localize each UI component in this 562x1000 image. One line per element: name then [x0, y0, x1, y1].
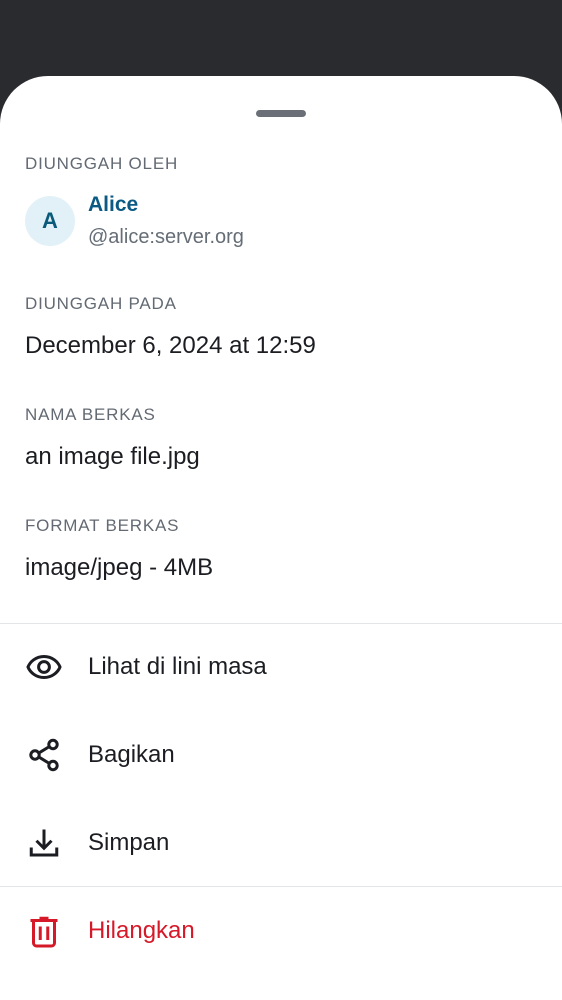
view-in-timeline-label: Lihat di lini masa — [88, 653, 267, 680]
drag-handle[interactable] — [256, 110, 306, 117]
divider — [0, 886, 562, 887]
remove-label: Hilangkan — [88, 917, 195, 944]
uploaded-on-value: December 6, 2024 at 12:59 — [25, 332, 316, 359]
uploader-name: Alice — [88, 193, 139, 216]
uploaded-on-label: DIUNGGAH PADA — [25, 294, 177, 313]
file-format-label: FORMAT BERKAS — [25, 516, 180, 535]
eye-icon — [25, 648, 63, 686]
file-name-label: NAMA BERKAS — [25, 405, 156, 424]
file-format-value: image/jpeg - 4MB — [25, 554, 214, 581]
download-icon — [25, 824, 63, 862]
scrim-background[interactable] — [0, 0, 562, 76]
uploaded-by-label: DIUNGGAH OLEH — [25, 154, 179, 173]
trash-icon — [25, 912, 63, 950]
media-details-bottom-sheet: DIUNGGAH OLEH A Alice @alice:server.org … — [0, 76, 562, 1000]
view-in-timeline-button[interactable]: Lihat di lini masa — [0, 624, 562, 710]
remove-button[interactable]: Hilangkan — [0, 888, 562, 974]
uploader-user-id: @alice:server.org — [88, 226, 244, 248]
file-name-value: an image file.jpg — [25, 443, 200, 470]
share-label: Bagikan — [88, 741, 175, 768]
save-label: Simpan — [88, 829, 170, 856]
share-button[interactable]: Bagikan — [0, 712, 562, 798]
save-button[interactable]: Simpan — [0, 800, 562, 886]
share-icon — [25, 736, 63, 774]
avatar: A — [25, 196, 75, 246]
